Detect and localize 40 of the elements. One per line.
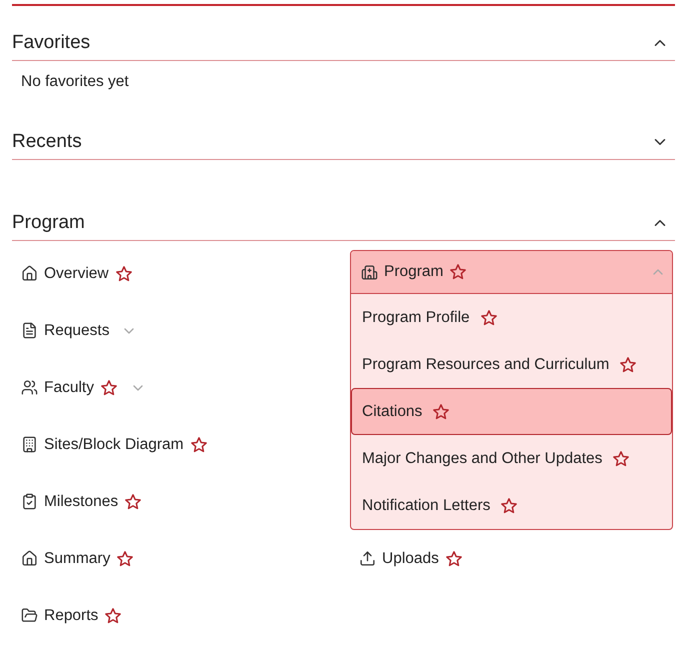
section-title: Program (12, 212, 85, 234)
house-icon (21, 265, 38, 282)
submenu-item[interactable]: Citations (351, 388, 672, 435)
building-icon (361, 264, 378, 280)
nav-link[interactable]: Overview (12, 245, 151, 302)
star-icon[interactable] (432, 402, 450, 420)
nav-link[interactable]: Summary (12, 530, 152, 587)
section-title: Recents (12, 131, 82, 153)
nav-link[interactable]: Reports (12, 587, 140, 644)
document-icon (21, 322, 38, 339)
star-icon[interactable] (500, 496, 518, 514)
submenu-header[interactable]: Program (351, 251, 672, 294)
star-icon[interactable] (619, 356, 638, 374)
upload-icon (359, 550, 376, 567)
star-icon[interactable] (104, 606, 122, 624)
star-icon[interactable] (480, 308, 498, 326)
star-icon[interactable] (444, 550, 463, 568)
nav-link[interactable]: Sites/Block Diagram (12, 416, 226, 473)
submenu-item[interactable]: Notification Letters (351, 482, 672, 529)
nav-link[interactable]: Uploads (350, 530, 481, 587)
star-icon[interactable] (100, 378, 118, 396)
clipboard-icon (21, 493, 38, 510)
star-icon[interactable] (114, 264, 133, 282)
star-icon[interactable] (116, 550, 134, 568)
empty-message: No favorites yet (20, 72, 130, 92)
star-icon[interactable] (124, 492, 142, 510)
nav-link[interactable]: Milestones (12, 473, 160, 530)
star-icon[interactable] (190, 436, 208, 454)
nav-link[interactable]: Faculty (12, 359, 158, 416)
submenu-item[interactable]: Program Resources and Curriculum (351, 341, 672, 388)
star-icon[interactable] (612, 450, 630, 468)
people-icon (21, 379, 38, 396)
nav-link[interactable]: Requests (12, 302, 150, 359)
submenu-item[interactable]: Program Profile (351, 294, 672, 341)
building-icon (21, 436, 38, 453)
house-icon (21, 550, 38, 567)
submenu-item[interactable]: Major Changes and Other Updates (351, 435, 672, 482)
folder-icon (21, 607, 38, 624)
star-icon[interactable] (449, 263, 468, 281)
section-title: Favorites (12, 32, 90, 54)
